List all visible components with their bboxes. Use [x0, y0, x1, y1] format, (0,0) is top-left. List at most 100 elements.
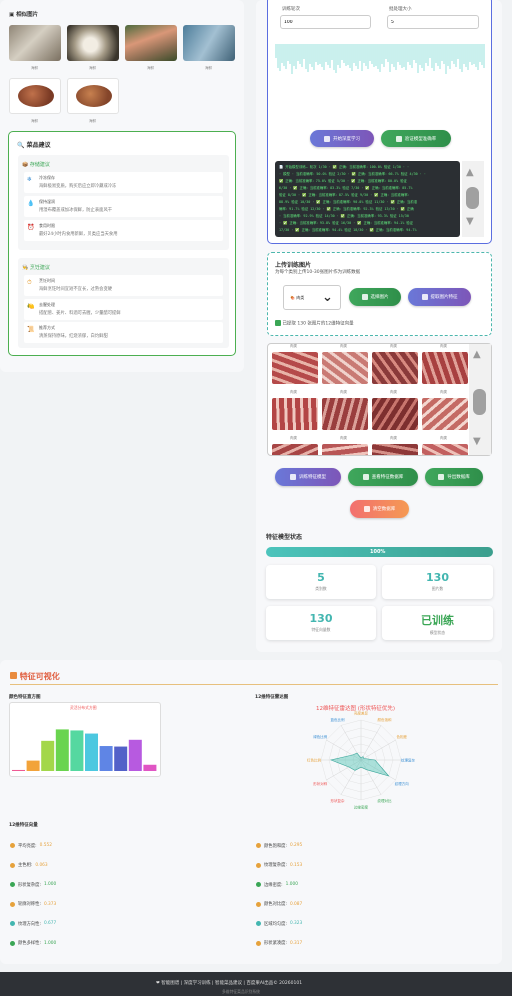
radar-axis-label: 纹理复杂: [401, 758, 415, 763]
gallery-image[interactable]: [322, 444, 368, 455]
feature-label: 形状复杂度:: [18, 882, 41, 888]
extract-features-button[interactable]: 提取图片特征: [408, 288, 471, 306]
gallery-caption: 肉类: [340, 344, 347, 348]
feature-value: 1.000: [43, 882, 57, 888]
similar-image[interactable]: [67, 25, 119, 61]
start-training-button[interactable]: 开始深度学习: [310, 130, 374, 147]
title-underline: [10, 684, 498, 685]
visualization-title: 特征可视化: [10, 671, 60, 682]
radar-axis-label: 红色比例: [307, 758, 321, 763]
lemon-icon: 🍋: [27, 303, 35, 310]
gallery-image[interactable]: [422, 352, 468, 384]
gallery-caption: 肉类: [290, 344, 297, 348]
gallery-caption: 肉类: [440, 390, 447, 394]
feature-row: 区域均匀度: 0.323: [256, 914, 476, 934]
cooking-title: 👨‍🍳 烹饪建议: [22, 265, 50, 271]
gallery-caption: 肉类: [340, 436, 347, 440]
similar-images-title: ▣ 相似图片: [9, 12, 39, 18]
scroll-down-icon[interactable]: ▼: [473, 436, 481, 447]
upload-subtitle: 为每个类别上传10-30张图片作为训练数据: [275, 270, 361, 275]
chart-icon: [395, 135, 402, 142]
scroll-thumb[interactable]: [473, 389, 486, 415]
tip-text: 海鲜烹饪时间宜短不宜长，过熟会变硬: [39, 287, 113, 292]
bar-chart-icon: [10, 672, 17, 679]
progress-label: 100%: [370, 549, 386, 555]
scroll-down-icon[interactable]: ▼: [466, 216, 474, 227]
gallery-caption: 肉类: [390, 436, 397, 440]
feature-row: 形状复杂度: 1.000: [10, 875, 230, 895]
gallery-image[interactable]: [272, 398, 318, 430]
select-images-button[interactable]: 选择图片: [349, 288, 401, 306]
advice-title: 🔍 菜品建议: [17, 142, 51, 149]
feature-icon: [10, 901, 15, 907]
export-database-button[interactable]: 导出数据库: [425, 468, 483, 486]
radar-series: [329, 752, 390, 777]
scroll-thumb[interactable]: [466, 187, 479, 209]
feature-label: 颜色饱和度:: [264, 843, 287, 849]
image-caption: 海鲜: [147, 66, 154, 70]
gallery-image[interactable]: [322, 352, 368, 384]
radar-axis-label: 亮度差异: [354, 711, 368, 716]
log-line: 88.9% 验证 10/30 · ✅ 正确：当前准确率：90.0% 验证 11/…: [279, 200, 418, 204]
gallery-image[interactable]: [422, 444, 468, 455]
feature-vector-right: 颜色饱和度: 0.295 纹理复杂度: 0.153 边缘密度: 1.000 颜色对比度: 0.…: [256, 836, 476, 953]
tip-text: 搭配葱、姜片、料酒可去腥，少量醋可提鲜: [39, 311, 121, 316]
stat-value: 已训练: [421, 614, 454, 627]
log-line: 17/30 · ✅ 正确：当前准确率：94.4% 验证 18/30 · ✅ 正确…: [279, 228, 417, 232]
gallery-image[interactable]: [272, 352, 318, 384]
training-gallery[interactable]: 肉类 肉类 肉类 肉类 肉类 肉类 肉类 肉类 肉类 肉类 肉类 肉类: [267, 343, 492, 456]
footer-line-2: 多维特征菜品识别系统: [222, 989, 260, 994]
gallery-caption: 肉类: [290, 390, 297, 394]
clear-database-button[interactable]: 清空数据库: [350, 500, 409, 518]
feature-radar-chart: 亮度差异颜色饱和色相差纹理复杂纹理方向纹理对比边缘密度 形状复杂 形状对称 红色比例 绿…: [307, 711, 415, 810]
image-caption: 海鲜: [89, 119, 96, 123]
verify-accuracy-button[interactable]: 验证模型准确率: [381, 130, 451, 147]
similar-image[interactable]: [67, 78, 119, 114]
similar-image[interactable]: [9, 78, 61, 114]
histogram-bar: [143, 764, 157, 771]
timer-icon: ⏱: [27, 279, 32, 286]
feature-value: 1.000: [43, 940, 57, 946]
feature-icon: [10, 940, 15, 946]
log-line: 验证 8/30 · ✅ 正确：当前准确率：87.5% 验证 9/30 · ✅ 正…: [279, 193, 412, 197]
feature-label: 轮廓对称性:: [18, 902, 41, 908]
image-caption: 海鲜: [89, 66, 96, 70]
search-icon: [421, 294, 428, 300]
batch-input[interactable]: [387, 15, 479, 29]
extract-status: 已提取 130 张图片的12维特征向量: [275, 320, 354, 327]
stat-card: 130 图片数: [382, 565, 493, 599]
gallery-image[interactable]: [372, 444, 418, 455]
similar-image[interactable]: [183, 25, 235, 61]
stat-card: 5 类别数: [266, 565, 376, 599]
image-caption: 海鲜: [205, 66, 212, 70]
train-model-button[interactable]: 训练特征模型: [275, 468, 341, 486]
feature-icon: [256, 882, 261, 888]
gallery-image[interactable]: [272, 444, 318, 455]
tip-text: 用湿布覆盖或加冰保鲜，防止表面风干: [39, 208, 113, 213]
epochs-input[interactable]: [280, 15, 371, 29]
feature-row: 主色相: 0.063: [10, 856, 230, 876]
histogram-bar: [99, 746, 113, 771]
gallery-image[interactable]: [372, 398, 418, 430]
scroll-up-icon[interactable]: ▲: [473, 349, 481, 360]
gallery-caption: 肉类: [440, 436, 447, 440]
feature-label: 颜色多样性:: [18, 941, 41, 947]
feature-value: 0.373: [43, 901, 57, 907]
similar-image[interactable]: [125, 25, 177, 61]
similar-image[interactable]: [9, 25, 61, 61]
tip-text: 最好24小时内食用新鲜，贝类应当天食用: [39, 232, 118, 237]
gallery-image[interactable]: [372, 352, 418, 384]
gallery-image[interactable]: [422, 398, 468, 430]
feature-row: 颜色饱和度: 0.295: [256, 836, 476, 856]
scroll-up-icon[interactable]: ▲: [466, 167, 474, 178]
gallery-image[interactable]: [322, 398, 368, 430]
tip-title: 保持湿润: [39, 199, 55, 204]
category-select[interactable]: 🍖 肉类 ⌄: [283, 285, 341, 310]
feature-value: 0.295: [289, 843, 303, 849]
radar-axis-label: 绿色比例: [313, 734, 327, 739]
feature-value: 1.000: [285, 882, 298, 888]
image-caption: 海鲜: [31, 66, 38, 70]
checkbox-icon: [275, 320, 281, 326]
view-database-button[interactable]: 查看特征数据库: [348, 468, 418, 486]
training-log[interactable]: 📄 开始模型训练… 轮次 1/30 · ✅ 正确：当前准确率：100.0% 验证…: [275, 161, 460, 237]
